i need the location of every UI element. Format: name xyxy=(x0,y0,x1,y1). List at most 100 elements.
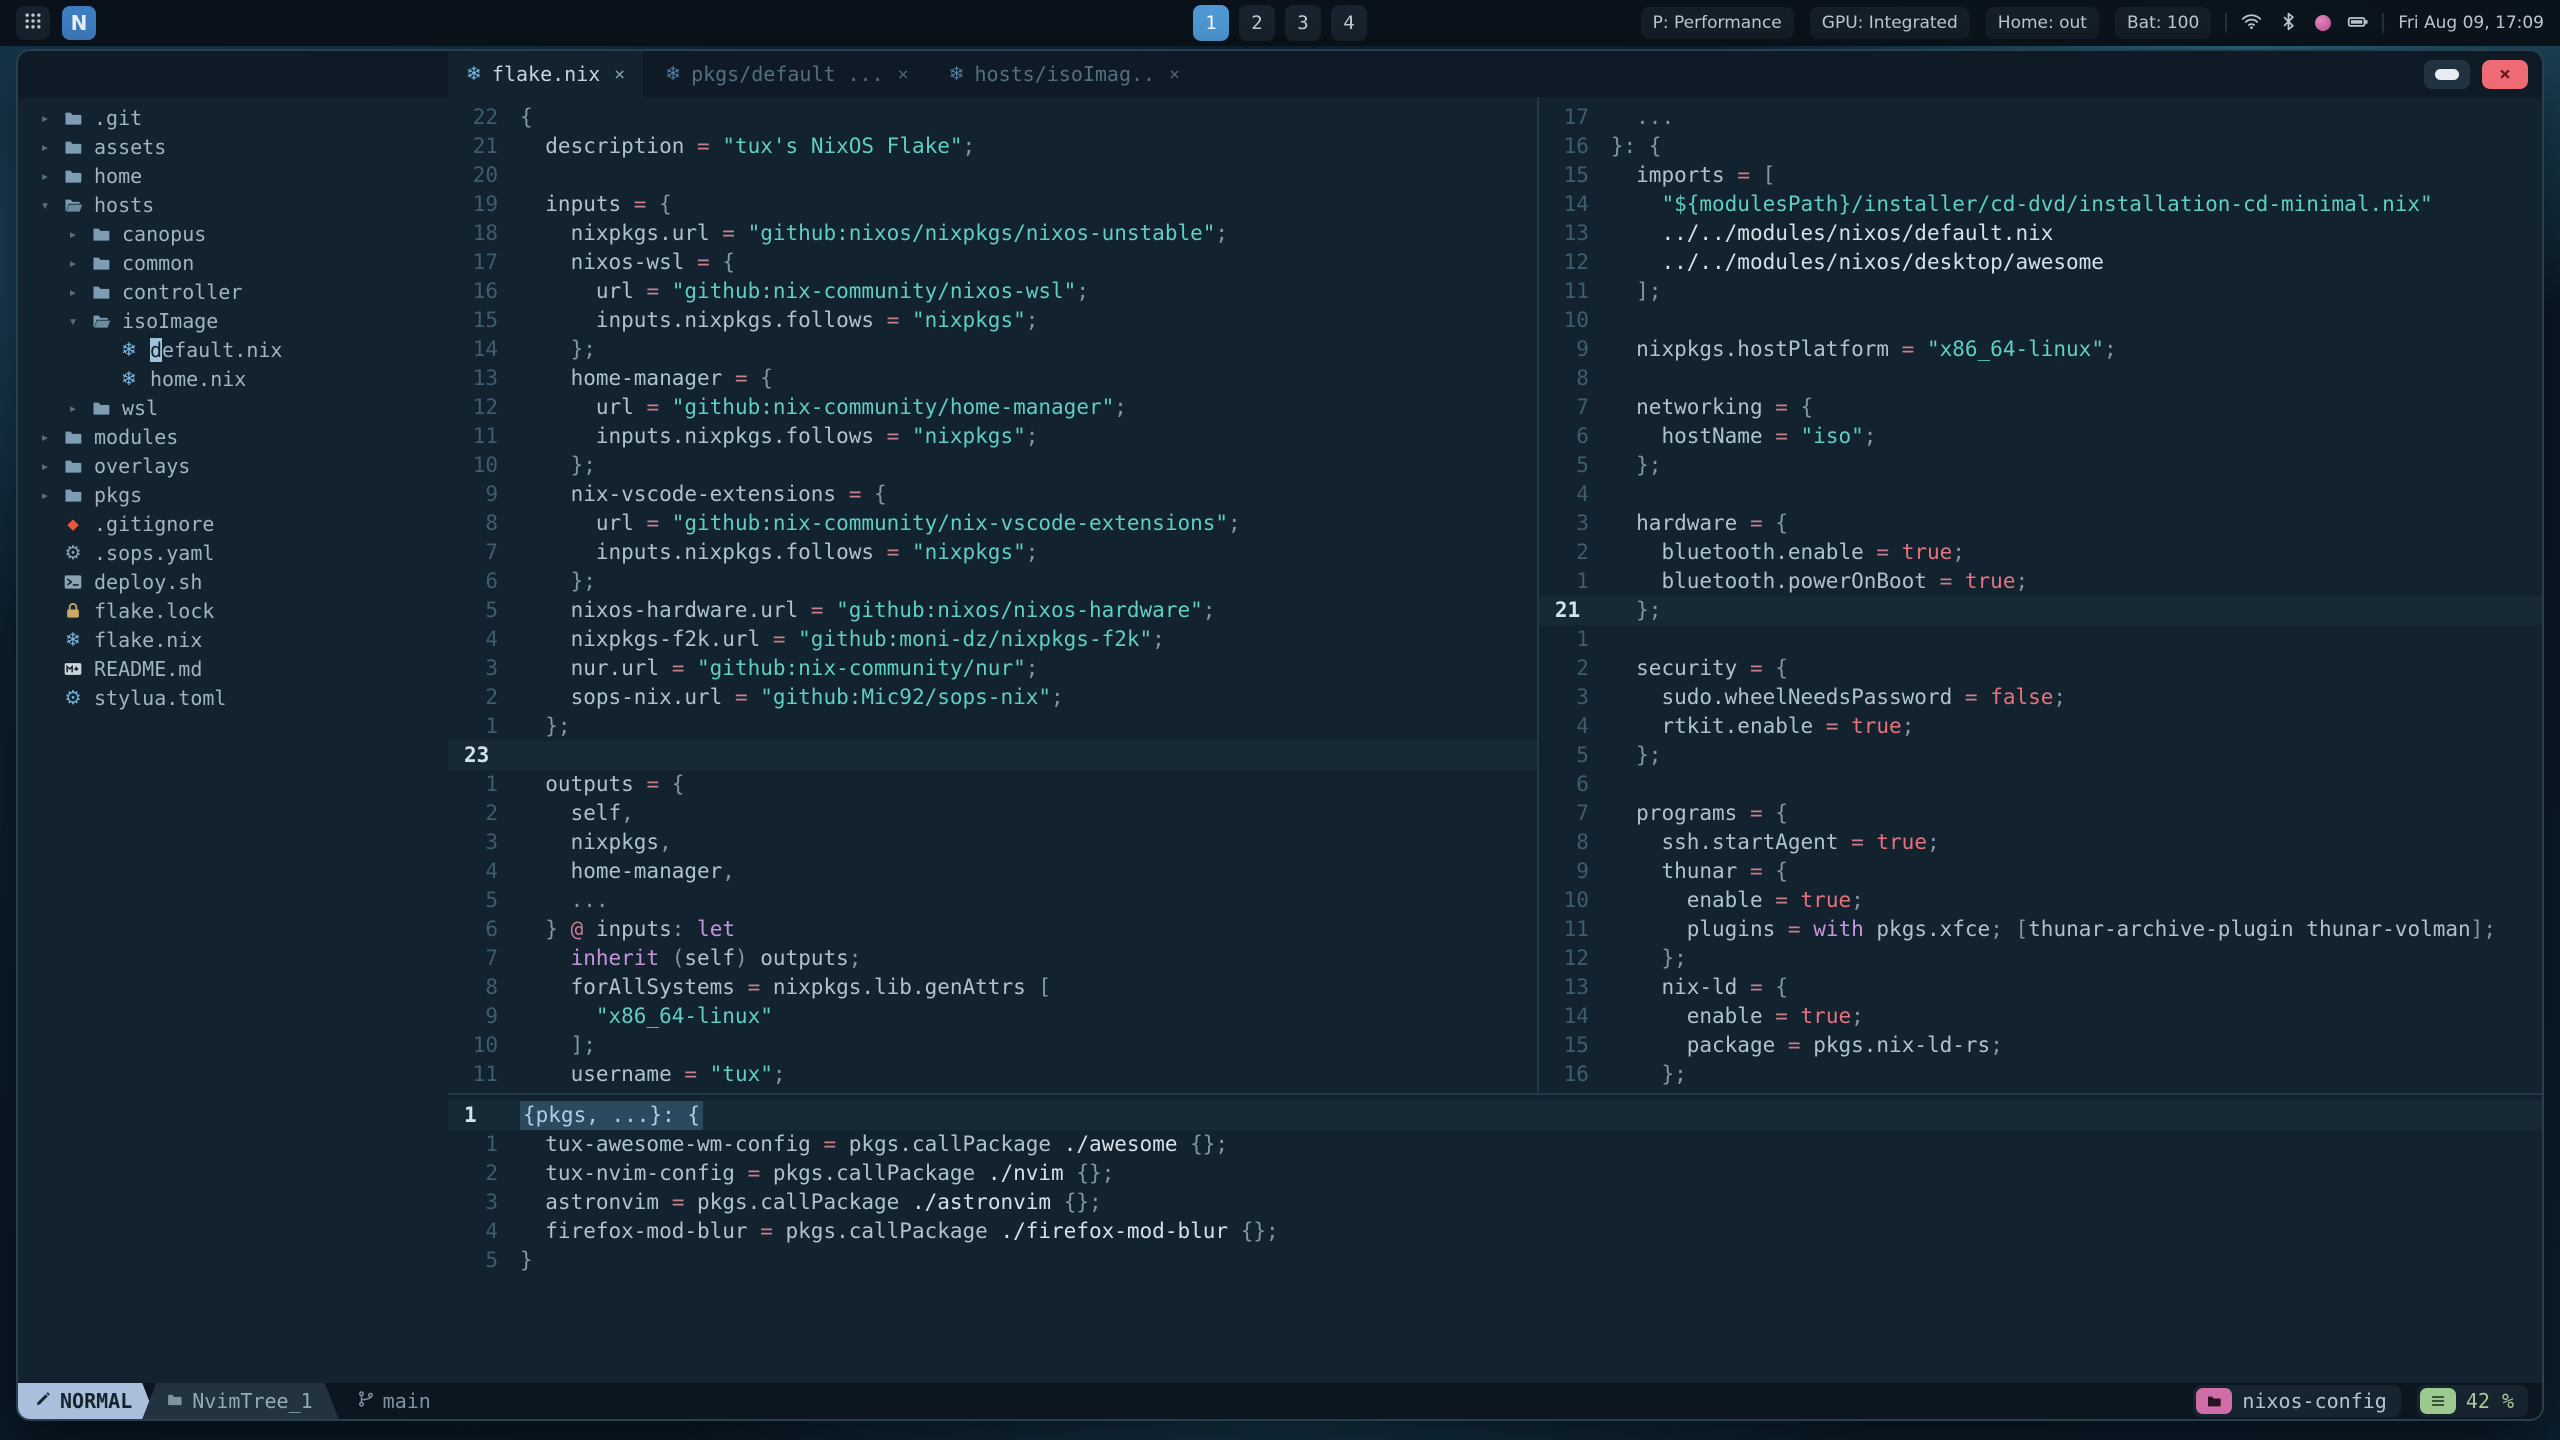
chevron-closed-icon[interactable]: ▸ xyxy=(32,486,58,504)
code-line[interactable]: 3 hardware = { xyxy=(1539,509,2542,538)
tree-item-common[interactable]: ▸ common xyxy=(18,248,448,277)
code-line[interactable]: 10 enable = true; xyxy=(1539,886,2542,915)
code-line[interactable]: 4 firefox-mod-blur = pkgs.callPackage ./… xyxy=(448,1217,2542,1246)
code-line[interactable]: 13 ../../modules/nixos/default.nix xyxy=(1539,219,2542,248)
code-line[interactable]: 8 ssh.startAgent = true; xyxy=(1539,828,2542,857)
tree-item-stylua-toml[interactable]: ⚙ stylua.toml xyxy=(18,683,448,712)
code-line[interactable]: 5} xyxy=(448,1246,2542,1275)
tab-hosts-isoimag[interactable]: ❄ hosts/isoImag.. × xyxy=(931,51,1198,97)
code-line[interactable]: 19 inputs = { xyxy=(448,190,1537,219)
tree-item-assets[interactable]: ▸ assets xyxy=(18,132,448,161)
code-line[interactable]: 3 sudo.wheelNeedsPassword = false; xyxy=(1539,683,2542,712)
code-line[interactable]: 5 nixos-hardware.url = "github:nixos/nix… xyxy=(448,596,1537,625)
chevron-closed-icon[interactable]: ▸ xyxy=(60,399,86,417)
code-line[interactable]: 17 ... xyxy=(1539,103,2542,132)
chevron-closed-icon[interactable]: ▸ xyxy=(32,457,58,475)
tree-item-readme-md[interactable]: README.md xyxy=(18,654,448,683)
tab-close-icon[interactable]: × xyxy=(898,64,909,85)
code-line[interactable]: 2 tux-nvim-config = pkgs.callPackage ./n… xyxy=(448,1159,2542,1188)
code-line[interactable]: 2 self, xyxy=(448,799,1537,828)
code-line[interactable]: 9 nixpkgs.hostPlatform = "x86_64-linux"; xyxy=(1539,335,2542,364)
code-line[interactable]: 21 }; xyxy=(1538,596,2542,625)
tree-item-wsl[interactable]: ▸ wsl xyxy=(18,393,448,422)
code-line[interactable]: 9 "x86_64-linux" xyxy=(448,1002,1537,1031)
code-line[interactable]: 11 plugins = with pkgs.xfce; [thunar-arc… xyxy=(1539,915,2542,944)
code-line[interactable]: 1 bluetooth.powerOnBoot = true; xyxy=(1539,567,2542,596)
chevron-closed-icon[interactable]: ▸ xyxy=(60,225,86,243)
tree-item-sops-yaml[interactable]: ⚙ .sops.yaml xyxy=(18,538,448,567)
tree-item-isoimage[interactable]: ▾ isoImage xyxy=(18,306,448,335)
code-line[interactable]: 10 ]; xyxy=(448,1031,1537,1060)
workspace-button-1[interactable]: 1 xyxy=(1193,5,1229,41)
tree-item-hosts[interactable]: ▾ hosts xyxy=(18,190,448,219)
code-line[interactable]: 4 home-manager, xyxy=(448,857,1537,886)
code-line[interactable]: 8 url = "github:nix-community/nix-vscode… xyxy=(448,509,1537,538)
editor-pane-flake-nix[interactable]: 22{21 description = "tux's NixOS Flake";… xyxy=(448,97,1537,1093)
code-line[interactable]: 5 ... xyxy=(448,886,1537,915)
code-line[interactable]: 7 networking = { xyxy=(1539,393,2542,422)
code-line[interactable]: 6 hostName = "iso"; xyxy=(1539,422,2542,451)
code-line[interactable]: 22 { xyxy=(448,103,1537,132)
wifi-icon[interactable] xyxy=(2241,11,2262,36)
code-line[interactable]: 21 description = "tux's NixOS Flake"; xyxy=(448,132,1537,161)
code-line[interactable]: 13 home-manager = { xyxy=(448,364,1537,393)
workspace-button-2[interactable]: 2 xyxy=(1239,5,1275,41)
code-line[interactable]: 12 ../../modules/nixos/desktop/awesome xyxy=(1539,248,2542,277)
chevron-closed-icon[interactable]: ▸ xyxy=(60,254,86,272)
editor-pane-iso-default-nix[interactable]: 17 ... 16}: {15 imports = [14 "${modulesP… xyxy=(1538,97,2542,1093)
code-line[interactable]: 5 }; xyxy=(1539,741,2542,770)
code-line[interactable]: 15 inputs.nixpkgs.follows = "nixpkgs"; xyxy=(448,306,1537,335)
chevron-closed-icon[interactable]: ▸ xyxy=(60,283,86,301)
tree-item-deploy-sh[interactable]: deploy.sh xyxy=(18,567,448,596)
code-line[interactable]: 6 } @ inputs: let xyxy=(448,915,1537,944)
code-line[interactable]: 7 inputs.nixpkgs.follows = "nixpkgs"; xyxy=(448,538,1537,567)
bluetooth-icon[interactable] xyxy=(2278,11,2299,36)
code-line[interactable]: 3 astronvim = pkgs.callPackage ./astronv… xyxy=(448,1188,2542,1217)
code-line[interactable]: 5 }; xyxy=(1539,451,2542,480)
code-line[interactable]: 4 nixpkgs-f2k.url = "github:moni-dz/nixp… xyxy=(448,625,1537,654)
workspace-button-4[interactable]: 4 xyxy=(1331,5,1367,41)
code-line[interactable]: 15 package = pkgs.nix-ld-rs; xyxy=(1539,1031,2542,1060)
chevron-closed-icon[interactable]: ▸ xyxy=(32,109,58,127)
tab-close-icon[interactable]: × xyxy=(1169,64,1180,85)
tree-item-canopus[interactable]: ▸ canopus xyxy=(18,219,448,248)
tree-item-gitignore[interactable]: ◆ .gitignore xyxy=(18,509,448,538)
code-line[interactable]: 12 url = "github:nix-community/home-mana… xyxy=(448,393,1537,422)
code-line[interactable]: 23 xyxy=(448,741,1537,770)
code-line[interactable]: 8 xyxy=(1539,364,2542,393)
tab-flake-nix[interactable]: ❄ flake.nix × xyxy=(448,51,644,97)
code-line[interactable]: 10 xyxy=(1539,306,2542,335)
tree-item-pkgs[interactable]: ▸ pkgs xyxy=(18,480,448,509)
tree-item-modules[interactable]: ▸ modules xyxy=(18,422,448,451)
code-line[interactable]: 18 nixpkgs.url = "github:nixos/nixpkgs/n… xyxy=(448,219,1537,248)
code-line[interactable]: 10 }; xyxy=(448,451,1537,480)
tab-close-icon[interactable]: × xyxy=(614,64,625,85)
code-line[interactable]: 7 inherit (self) outputs; xyxy=(448,944,1537,973)
code-line[interactable]: 11 username = "tux"; xyxy=(448,1060,1537,1089)
code-line[interactable]: 14 }; xyxy=(448,335,1537,364)
code-line[interactable]: 1 xyxy=(1539,625,2542,654)
chevron-open-icon[interactable]: ▾ xyxy=(32,196,58,214)
code-line[interactable]: 1 }; xyxy=(448,712,1537,741)
code-line[interactable]: 17 nixos-wsl = { xyxy=(448,248,1537,277)
code-line[interactable]: 6 }; xyxy=(448,567,1537,596)
code-line[interactable]: 16 }; xyxy=(1539,1060,2542,1089)
code-line[interactable]: 2 security = { xyxy=(1539,654,2542,683)
app-launcher-button[interactable] xyxy=(16,6,50,40)
code-line[interactable]: 15 imports = [ xyxy=(1539,161,2542,190)
code-line[interactable]: 2 sops-nix.url = "github:Mic92/sops-nix"… xyxy=(448,683,1537,712)
buffer-name-segment[interactable]: NvimTree_1 xyxy=(142,1383,338,1419)
chevron-closed-icon[interactable]: ▸ xyxy=(32,138,58,156)
tree-item-controller[interactable]: ▸ controller xyxy=(18,277,448,306)
tree-item-default-nix[interactable]: ❄ default.nix xyxy=(18,335,448,364)
tab-pkgs-default[interactable]: ❄ pkgs/default ... × xyxy=(647,51,926,97)
code-line[interactable]: 4 xyxy=(1539,480,2542,509)
code-line[interactable]: 1 tux-awesome-wm-config = pkgs.callPacka… xyxy=(448,1130,2542,1159)
editor-pane-pkgs-default-nix[interactable]: 1 {pkgs, ...}: {1 tux-awesome-wm-config =… xyxy=(448,1095,2542,1383)
code-line[interactable]: 20 xyxy=(448,161,1537,190)
neovim-app-button[interactable]: N xyxy=(62,6,96,40)
code-line[interactable]: 9 nix-vscode-extensions = { xyxy=(448,480,1537,509)
code-line[interactable]: 8 forAllSystems = nixpkgs.lib.genAttrs [ xyxy=(448,973,1537,1002)
workspace-button-3[interactable]: 3 xyxy=(1285,5,1321,41)
code-line[interactable]: 1 {pkgs, ...}: { xyxy=(448,1101,2542,1130)
